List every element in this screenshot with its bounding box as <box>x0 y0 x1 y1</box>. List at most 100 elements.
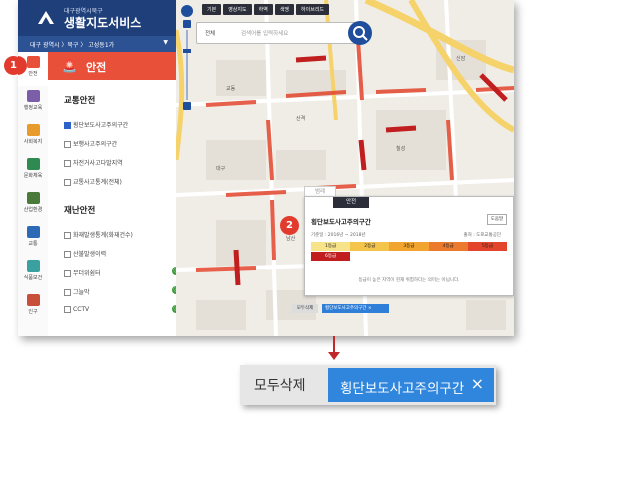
nav-item-label: 문화체육 <box>23 173 43 179</box>
svg-text:신암: 신암 <box>456 55 466 62</box>
layer-option[interactable]: CCTV <box>64 306 89 313</box>
category-title: 안전 <box>86 61 107 74</box>
layer-option-label: 무더위쉼터 <box>73 270 101 277</box>
section-title: 재난안전 <box>64 206 96 216</box>
legend-grade: 2등급 <box>350 242 390 251</box>
category-icon <box>26 192 40 204</box>
legend-grade: 5등급 <box>467 242 507 251</box>
section-title: 교통안전 <box>64 96 96 106</box>
nav-item-2[interactable]: 사회복지 <box>18 120 48 154</box>
nav-item-label: 사회복지 <box>23 139 43 145</box>
layer-option[interactable]: 무더위쉼터 <box>64 268 101 277</box>
base-map-tab[interactable]: 하역 <box>253 4 273 15</box>
active-layer-chip-label: 횡단보도사고주의구간 <box>325 306 367 311</box>
category-icon <box>26 260 40 272</box>
search-icon <box>353 26 368 41</box>
layer-option-label: 화재발생통계(화재건수) <box>73 232 133 239</box>
checkbox[interactable] <box>64 160 71 167</box>
region-select-value: 대구 광역시 〉북구 〉 고성동1가 <box>30 42 115 49</box>
legend-popup: 안전 횡단보도사고주의구간 도움말 기준일 : 2016년 ~ 2018년 출처… <box>304 196 514 296</box>
base-map-tab[interactable]: 기본 <box>202 4 222 15</box>
zoom-control[interactable] <box>180 4 194 122</box>
active-layers-zoom: 모두삭제 횡단보도사고주의구간 × <box>240 365 496 405</box>
district-logo-icon <box>38 11 54 24</box>
nav-item-7[interactable]: 인구 <box>18 290 48 324</box>
active-layer-chip[interactable]: 횡단보도사고주의구간 × <box>328 368 494 402</box>
checkbox[interactable] <box>64 289 71 296</box>
arrow-down-icon <box>328 352 340 360</box>
logo-bar: 대구광역시북구 생활지도서비스 <box>18 0 176 36</box>
nav-item-1[interactable]: 행정교육 <box>18 86 48 120</box>
checkbox[interactable] <box>64 179 71 186</box>
checkbox[interactable] <box>64 251 71 258</box>
category-nav: 안전 행정교육 사회복지 문화체육 산업환경 교통 식품보건 인구 <box>18 52 49 336</box>
base-map-tab[interactable]: 하이브리드 <box>296 4 330 15</box>
category-icon <box>26 90 40 102</box>
nav-item-4[interactable]: 산업환경 <box>18 188 48 222</box>
layer-option-label: 보행사고주의구간 <box>73 141 118 148</box>
chevron-down-icon: ▼ <box>163 39 168 46</box>
nav-item-label: 산업환경 <box>23 207 43 213</box>
legend-tab[interactable]: 안전 <box>333 197 369 208</box>
legend-note: 등급이 높은 지역이 현재 위험하다는 의미는 아닙니다. <box>358 278 460 283</box>
svg-text:교동: 교동 <box>226 86 236 92</box>
logo-title[interactable]: 생활지도서비스 <box>64 14 141 31</box>
search-scope-select[interactable]: 전체 <box>205 29 215 37</box>
legend-source: 출처 : 도로교통공단 <box>463 233 502 238</box>
layer-option-label: 산불발생이력 <box>73 251 107 258</box>
checkbox[interactable] <box>64 232 71 239</box>
layer-option[interactable]: 교통사고통계(전체) <box>64 177 122 186</box>
callout-badge-1-overlay: 1 <box>4 56 23 75</box>
siren-icon: 🚨 <box>62 59 77 73</box>
nav-item-label: 식품보건 <box>23 275 43 281</box>
category-icon <box>26 294 40 306</box>
layer-option-label: CCTV <box>73 306 90 313</box>
active-layer-chip-label: 횡단보도사고주의구간 <box>340 381 465 397</box>
category-icon <box>26 158 40 170</box>
layer-option[interactable]: 화재발생통계(화재건수) <box>64 230 133 239</box>
app-window: 대구광역시북구 생활지도서비스 대구 광역시 〉북구 〉 고성동1가 ▼ 안전행… <box>18 0 514 336</box>
legend-grade: 3등급 <box>389 242 429 251</box>
close-icon[interactable]: × <box>471 374 484 393</box>
legend-grade: 1등급 <box>311 242 351 251</box>
checkbox[interactable] <box>64 122 71 129</box>
nav-item-label: 교통 <box>28 241 38 247</box>
base-map-tab[interactable]: 영상지도 <box>223 4 252 15</box>
search-button[interactable] <box>348 21 372 45</box>
base-map-tabs: 기본 영상지도 하역 색맹 하이브리드 <box>202 4 330 15</box>
layer-option[interactable]: 산불발생이력 <box>64 249 106 258</box>
region-select[interactable]: 대구 광역시 〉북구 〉 고성동1가 ▼ <box>18 36 176 52</box>
layer-option[interactable]: 횡단보도사고주의구간 <box>64 120 128 129</box>
layer-option-label: 그늘막 <box>73 289 90 296</box>
legend-grade: 4등급 <box>428 242 468 251</box>
callout-badge-2: 2 <box>280 216 299 235</box>
checkbox[interactable] <box>64 141 71 148</box>
map-canvas[interactable]: 교동 산격 칠성 대구 남산 신암 기본 영상지도 하역 색맹 하이브리드 전체 검색어를 입력… <box>176 0 514 336</box>
nav-item-3[interactable]: 문화체육 <box>18 154 48 188</box>
legend-title: 횡단보도사고주의구간 <box>311 218 371 226</box>
category-icon <box>26 124 40 136</box>
clear-all-button-small[interactable]: 모두삭제 <box>292 304 318 313</box>
layer-option[interactable]: 자전거사고다발지역 <box>64 158 123 167</box>
layer-option-label: 교통사고통계(전체) <box>73 179 122 186</box>
checkbox[interactable] <box>64 270 71 277</box>
legend-period: 기준일 : 2016년 ~ 2018년 <box>311 233 366 238</box>
svg-text:칠성: 칠성 <box>396 145 405 152</box>
base-map-tab[interactable]: 색맹 <box>274 4 295 15</box>
svg-text:산격: 산격 <box>296 115 305 122</box>
close-icon[interactable]: × <box>368 306 372 311</box>
clear-all-button[interactable]: 모두삭제 <box>254 375 306 395</box>
checkbox[interactable] <box>64 306 71 313</box>
help-button[interactable]: 도움말 <box>487 214 507 225</box>
layer-option-label: 횡단보도사고주의구간 <box>73 122 129 129</box>
search-input[interactable]: 검색어를 입력하세요 <box>241 29 288 37</box>
nav-item-6[interactable]: 식품보건 <box>18 256 48 290</box>
nav-item-label: 행정교육 <box>23 105 43 111</box>
nav-item-5[interactable]: 교통 <box>18 222 48 256</box>
category-icon <box>26 56 40 68</box>
svg-text:남산: 남산 <box>286 235 296 242</box>
layer-option[interactable]: 보행사고주의구간 <box>64 139 117 148</box>
category-icon <box>26 226 40 238</box>
layer-option[interactable]: 그늘막 <box>64 287 90 296</box>
active-layer-chip-small[interactable]: 횡단보도사고주의구간 × <box>322 304 389 313</box>
